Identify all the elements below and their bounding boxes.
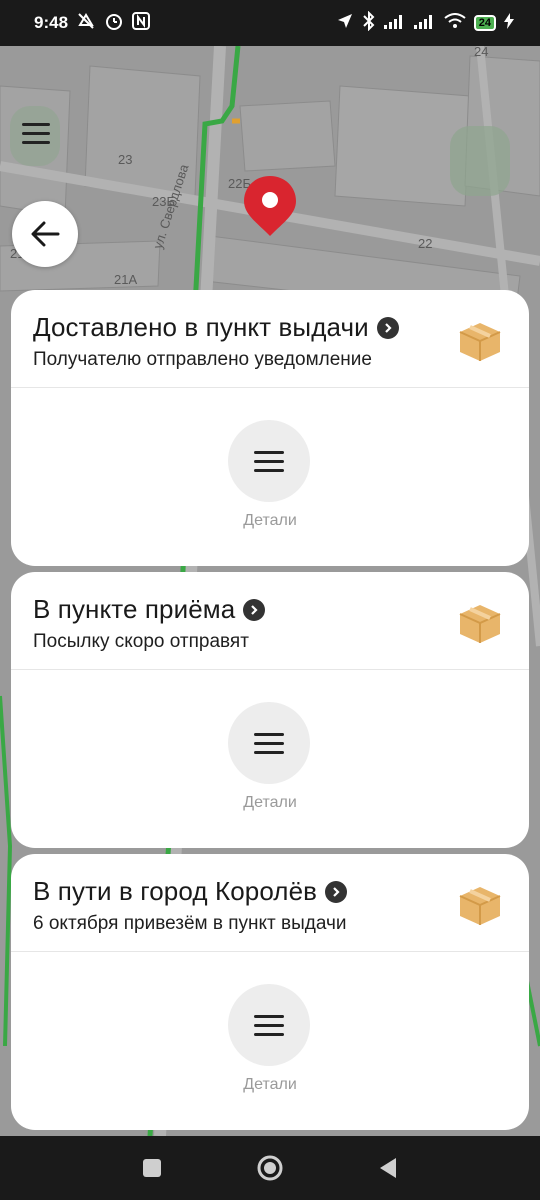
card-subtitle: Получателю отправлено уведомление — [33, 349, 372, 370]
list-icon-line — [254, 1023, 284, 1027]
list-icon-line — [254, 741, 284, 745]
chevron-right-icon[interactable] — [376, 316, 399, 339]
details-label: Детали — [243, 794, 297, 811]
parcel-box-icon — [457, 884, 503, 931]
details-label: Детали — [243, 512, 297, 529]
parcel-box-icon — [457, 320, 503, 367]
building-label: 24 — [474, 46, 489, 59]
wifi-icon — [444, 13, 466, 33]
list-icon-line — [254, 450, 284, 454]
list-icon-line — [254, 750, 284, 754]
list-icon-line — [254, 468, 284, 472]
arrow-left-icon — [31, 221, 60, 247]
parcel-box-icon — [457, 602, 503, 649]
triangle-back-icon[interactable] — [378, 1156, 398, 1185]
circle-icon[interactable] — [256, 1154, 284, 1187]
card-title: В пути в город Королёв — [33, 876, 318, 906]
status-time: 9:48 — [34, 13, 69, 32]
card-subtitle: 6 октября привезём в пункт выдачи — [33, 913, 347, 934]
location-icon — [336, 12, 354, 34]
list-icon-line — [254, 732, 284, 736]
list-icon-line — [254, 1032, 284, 1036]
shipment-card[interactable]: В пути в город Королёв 6 октября привезё… — [11, 854, 529, 1130]
chevron-right-icon[interactable] — [243, 598, 266, 621]
details-button[interactable] — [228, 702, 310, 784]
card-subtitle: Посылку скоро отправят — [33, 631, 249, 652]
charging-icon — [504, 13, 514, 33]
back-button[interactable] — [12, 201, 78, 267]
card-title: В пункте приёма — [33, 594, 236, 624]
building-label: 23 — [118, 152, 133, 167]
menu-icon-line — [22, 122, 50, 126]
details-label: Детали — [243, 1076, 297, 1093]
card-header[interactable]: Доставлено в пункт выдачи Получателю отп… — [11, 290, 529, 388]
card-title: Доставлено в пункт выдачи — [33, 312, 369, 342]
list-icon-line — [254, 459, 284, 463]
card-header[interactable]: В пути в город Королёв 6 октября привезё… — [11, 854, 529, 952]
card-header[interactable]: В пункте приёма Посылку скоро отправят — [11, 572, 529, 670]
chevron-right-icon[interactable] — [325, 880, 348, 903]
menu-icon-line — [22, 131, 50, 135]
shipment-card[interactable]: Доставлено в пункт выдачи Получателю отп… — [11, 290, 529, 566]
mute-icon — [76, 12, 96, 34]
details-button[interactable] — [228, 420, 310, 502]
bluetooth-icon — [362, 10, 376, 35]
battery-indicator: 24 — [473, 15, 496, 31]
menu-icon-line — [22, 140, 50, 144]
square-icon[interactable] — [142, 1158, 162, 1183]
status-bar: 9:48 24 — [0, 0, 540, 46]
shipment-card[interactable]: В пункте приёма Посылку скоро отправят Д… — [11, 572, 529, 848]
signal-icon — [383, 13, 406, 33]
building-label: 22 — [418, 236, 433, 251]
signal-2-icon — [413, 13, 436, 33]
system-nav-bar — [0, 1136, 540, 1200]
details-button[interactable] — [228, 984, 310, 1066]
nfc-icon — [132, 12, 151, 34]
menu-button[interactable] — [22, 116, 66, 150]
list-icon-line — [254, 1014, 284, 1018]
building-label: 21А — [114, 272, 138, 287]
alarm-icon — [104, 11, 124, 35]
